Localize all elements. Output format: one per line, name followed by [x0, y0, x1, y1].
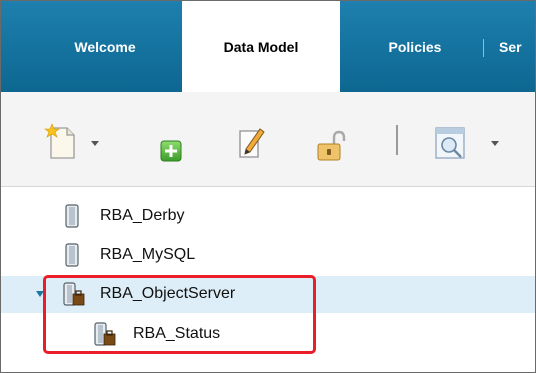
tab-bar: Welcome Data Model Policies Ser — [1, 1, 535, 92]
tab-policies-label: Policies — [388, 38, 442, 55]
tab-data-model-label: Data Model — [223, 38, 299, 55]
tree-item-label: RBA_MySQL — [100, 246, 196, 263]
tree-item-rba-status[interactable]: RBA_Status — [1, 316, 535, 353]
tree-item-rba-objectserver[interactable]: RBA_ObjectServer — [1, 276, 535, 313]
tab-welcome-label: Welcome — [74, 38, 136, 55]
add-button[interactable] — [159, 139, 183, 163]
tree-item-label: RBA_Derby — [100, 207, 185, 224]
tab-policies[interactable]: Policies — [356, 1, 474, 92]
app-window: Welcome Data Model Policies Ser RBA_Derb… — [0, 0, 536, 373]
toolbar-divider — [396, 125, 398, 155]
objectserver-icon — [63, 282, 85, 306]
new-document-button[interactable] — [43, 122, 81, 162]
preview-button[interactable] — [433, 125, 469, 161]
new-document-dropdown[interactable] — [91, 141, 99, 146]
database-icon — [65, 204, 79, 228]
unlock-icon — [317, 130, 346, 161]
unlock-button[interactable] — [314, 130, 348, 162]
expanded-triangle-icon[interactable] — [36, 291, 44, 297]
tree-item-rba-derby[interactable]: RBA_Derby — [1, 198, 535, 235]
tree-item-label: RBA_ObjectServer — [100, 285, 236, 302]
preview-icon — [435, 127, 465, 159]
preview-dropdown[interactable] — [491, 141, 499, 146]
edit-pencil-icon — [239, 128, 265, 158]
objectserver-icon — [94, 322, 116, 346]
tab-welcome[interactable]: Welcome — [29, 1, 181, 92]
tab-services-label: Ser — [499, 38, 522, 55]
tab-services[interactable]: Ser — [499, 1, 535, 92]
new-document-icon — [44, 123, 75, 159]
tab-data-model[interactable]: Data Model — [182, 1, 340, 92]
database-icon — [65, 243, 79, 267]
tree-item-label: RBA_Status — [133, 325, 221, 342]
add-icon — [160, 140, 182, 162]
tab-divider — [483, 39, 484, 57]
edit-button[interactable] — [234, 123, 268, 161]
tree-item-rba-mysql[interactable]: RBA_MySQL — [1, 237, 535, 274]
